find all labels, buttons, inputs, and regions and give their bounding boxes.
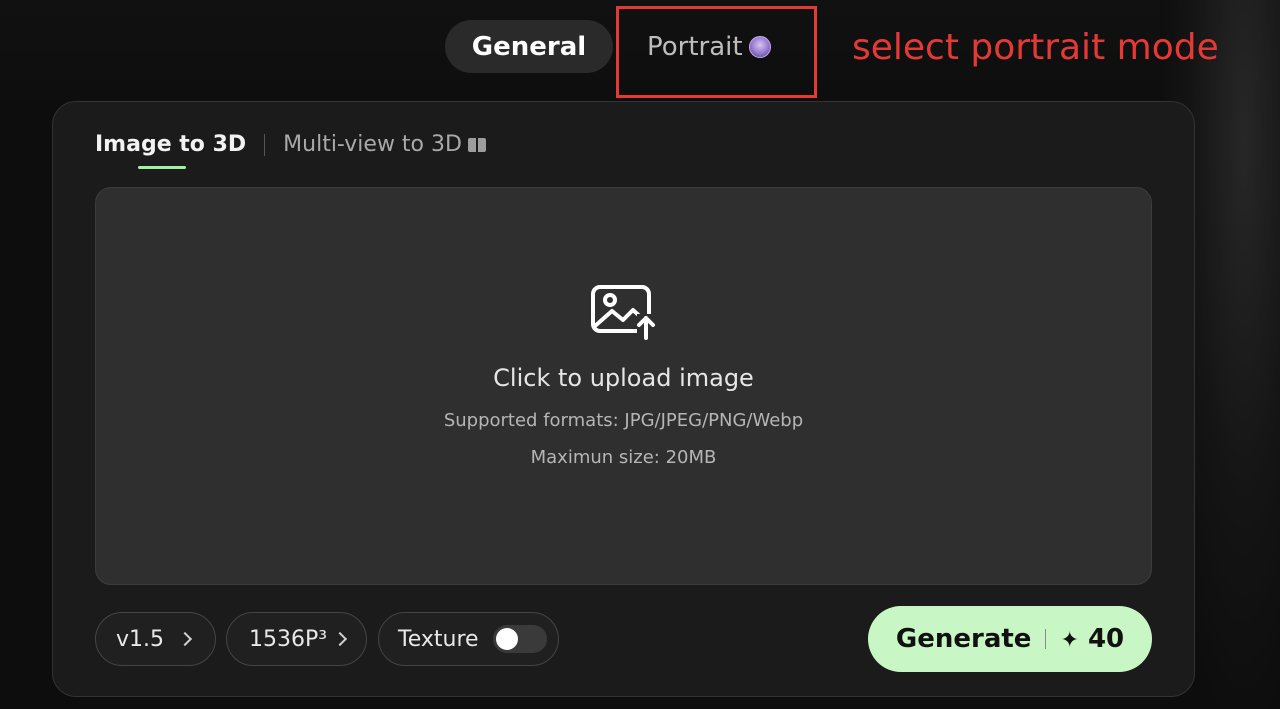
annotation-highlight-box: [616, 6, 817, 98]
texture-label: Texture: [398, 626, 479, 652]
sub-tab-divider: [264, 133, 266, 156]
annotation-text: select portrait mode: [852, 27, 1219, 68]
sub-tabs: Image to 3D Multi-view to 3D: [95, 132, 486, 169]
credits-group: ✦ 40: [1060, 624, 1124, 654]
upload-title: Click to upload image: [493, 364, 754, 392]
generate-button[interactable]: Generate ✦ 40: [868, 606, 1152, 672]
tab-image-to-3d[interactable]: Image to 3D: [95, 132, 246, 169]
resolution-label: 1536P³: [249, 626, 328, 652]
tab-general[interactable]: General: [445, 20, 613, 73]
generate-label: Generate: [895, 624, 1032, 654]
credits-value: 40: [1087, 624, 1125, 654]
bottom-controls: v1.5 1536P³ Texture Generate ✦ 40: [95, 606, 1152, 672]
upload-formats: Supported formats: JPG/JPEG/PNG/Webp: [443, 410, 804, 431]
sparkle-icon: ✦: [1060, 628, 1079, 653]
image-upload-icon: [590, 285, 655, 340]
texture-toggle[interactable]: [492, 625, 547, 653]
tab-multi-view-label: Multi-view to 3D: [283, 132, 462, 157]
version-selector[interactable]: v1.5: [95, 612, 216, 666]
generate-divider: [1045, 629, 1047, 649]
upload-max-size: Maximun size: 20MB: [530, 447, 717, 468]
book-icon: [467, 137, 486, 152]
tab-general-label: General: [471, 31, 587, 62]
tab-multi-view-to-3d[interactable]: Multi-view to 3D: [283, 132, 486, 157]
upload-dropzone[interactable]: Click to upload image Supported formats:…: [95, 187, 1152, 585]
resolution-selector[interactable]: 1536P³: [226, 612, 367, 666]
toggle-knob: [495, 628, 518, 650]
texture-toggle-pill: Texture: [378, 612, 559, 666]
main-panel: Image to 3D Multi-view to 3D Click to up…: [52, 101, 1195, 697]
version-label: v1.5: [116, 626, 165, 652]
chevron-right-icon: [177, 631, 193, 647]
chevron-right-icon: [333, 631, 348, 647]
